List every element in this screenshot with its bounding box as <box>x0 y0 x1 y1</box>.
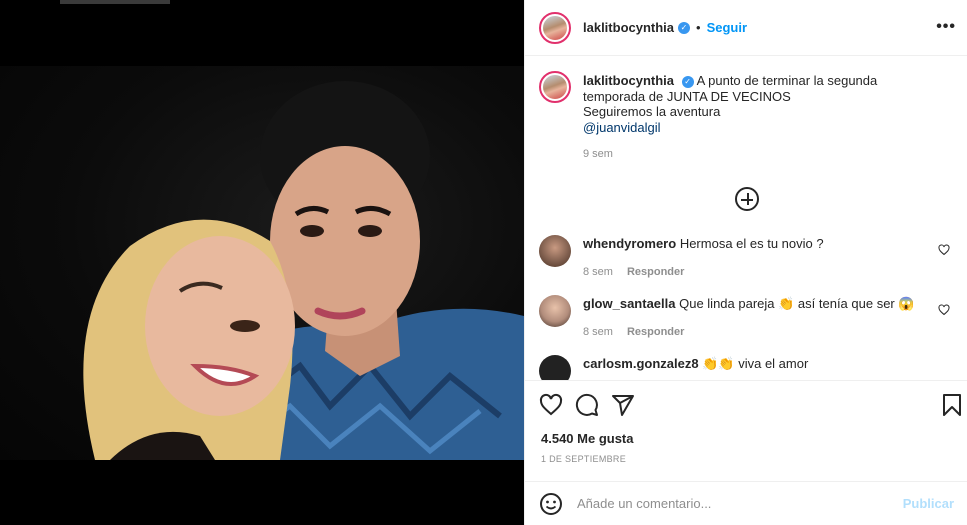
share-icon[interactable] <box>611 393 635 417</box>
post-image[interactable] <box>0 66 524 460</box>
caption-time: 9 sem <box>583 148 613 160</box>
post-header: laklitbocynthia ✓ • Seguir ••• <box>525 0 967 56</box>
portrait-photo <box>83 81 524 460</box>
comment-body: carlosm.gonzalez8 👏👏 viva el amor <box>583 355 923 381</box>
separator-dot: • <box>696 20 701 35</box>
caption-avatar[interactable] <box>539 71 571 103</box>
comment-text: 👏👏 viva el amor <box>702 355 809 371</box>
emoji-icon[interactable] <box>539 492 563 516</box>
comment-icon[interactable] <box>575 393 599 417</box>
post-caption: laklitbocynthia ✓ A punto de terminar la… <box>539 71 954 163</box>
likes-count[interactable]: 4.540 Me gusta <box>541 431 634 446</box>
author-avatar[interactable] <box>539 11 571 44</box>
commenter-username[interactable]: whendyromero <box>583 236 676 251</box>
comment-meta: 8 sem Responder <box>583 264 923 281</box>
caption-username[interactable]: laklitbocynthia <box>583 73 674 88</box>
verified-badge-icon: ✓ <box>681 75 694 88</box>
commenter-username[interactable]: carlosm.gonzalez8 <box>583 356 699 371</box>
comment-input[interactable] <box>577 496 903 511</box>
post-photo-area <box>0 0 524 525</box>
action-icons <box>539 393 647 417</box>
post-side-panel: laklitbocynthia ✓ • Seguir ••• laklitboc… <box>524 0 967 525</box>
verified-badge-icon: ✓ <box>678 21 691 34</box>
add-comment-bar: Publicar <box>525 481 967 525</box>
commenter-username[interactable]: glow_santaella <box>583 296 675 311</box>
caption-line-2: Seguiremos la aventura <box>583 104 721 119</box>
comment-time: 8 sem <box>583 265 613 278</box>
comment-text: Hermosa el es tu novio ? <box>679 235 824 251</box>
post-date[interactable]: 1 DE SEPTIEMBRE <box>541 454 626 464</box>
bookmark-icon[interactable] <box>940 393 964 417</box>
more-options-icon[interactable]: ••• <box>936 18 956 36</box>
comment-row: whendyromero Hermosa el es tu novio ? 8 … <box>539 234 954 281</box>
commenter-avatar[interactable] <box>539 294 571 327</box>
publish-button[interactable]: Publicar <box>903 496 954 511</box>
commenter-avatar[interactable] <box>539 234 571 267</box>
commenter-avatar[interactable] <box>539 354 571 380</box>
load-more-comments-icon[interactable] <box>734 186 759 211</box>
comment-row: glow_santaella Que linda pareja 👏 así te… <box>539 294 954 341</box>
comment-meta: 8 sem Responder <box>583 324 923 341</box>
reply-button[interactable]: Responder <box>627 266 684 278</box>
caption-body: laklitbocynthia ✓ A punto de terminar la… <box>583 73 933 163</box>
like-comment-heart-icon[interactable] <box>938 243 950 256</box>
comment-time: 8 sem <box>583 325 613 338</box>
comment-body: whendyromero Hermosa el es tu novio ? 8 … <box>583 235 923 281</box>
follow-button[interactable]: Seguir <box>707 20 747 35</box>
comment-body: glow_santaella Que linda pareja 👏 así te… <box>583 295 923 341</box>
author-username[interactable]: laklitbocynthia <box>583 20 674 35</box>
comments-section[interactable]: laklitbocynthia ✓ A punto de terminar la… <box>525 57 967 380</box>
previous-post-remnant <box>60 0 170 4</box>
comment-row: carlosm.gonzalez8 👏👏 viva el amor <box>539 354 954 381</box>
caption-mention[interactable]: @juanvidalgil <box>583 120 661 135</box>
comment-text: Que linda pareja 👏 así tenía que ser 😱 <box>679 295 915 311</box>
reply-button[interactable]: Responder <box>627 326 684 338</box>
heart-icon[interactable] <box>539 393 563 417</box>
like-comment-heart-icon[interactable] <box>938 303 950 316</box>
